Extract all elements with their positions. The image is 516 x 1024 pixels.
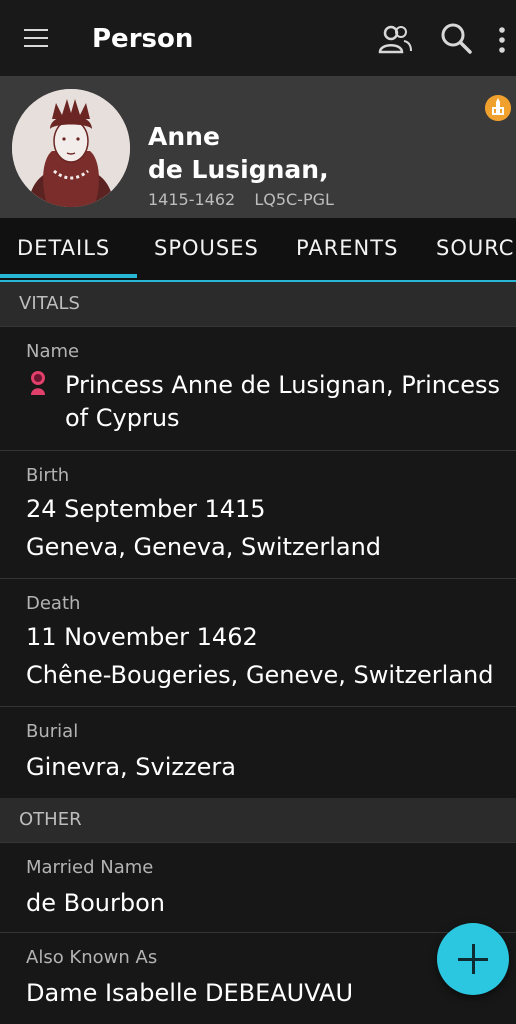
tab-indicator	[0, 274, 137, 278]
aka-value: Dame Isabelle DEBEAUVAU	[26, 979, 354, 1007]
add-button[interactable]	[437, 923, 509, 995]
surname: de Lusignan,	[148, 155, 329, 184]
section-heading-vitals: VITALS	[0, 282, 516, 326]
name-value: Princess Anne de Lusignan, Princess of C…	[65, 371, 500, 432]
married-name-value: de Bourbon	[26, 889, 165, 917]
tab-details[interactable]: DETAILS	[17, 236, 110, 260]
avatar[interactable]	[12, 89, 130, 207]
tab-sources[interactable]: SOURC	[436, 236, 514, 260]
section-title: VITALS	[19, 293, 80, 314]
burial-place: Ginevra, Svizzera	[26, 753, 236, 781]
birth-date: 24 September 1415	[26, 495, 266, 523]
temple-icon[interactable]	[485, 95, 511, 121]
birth-row[interactable]: Birth 24 September 1415 Geneva, Geneva, …	[0, 450, 516, 579]
burial-label: Burial	[26, 721, 79, 742]
person-name: Anne de Lusignan,	[148, 120, 329, 186]
person-meta: 1415-1462 LQ5C-PGL	[148, 190, 348, 209]
death-place: Chêne-Bougeries, Geneve, Switzerland	[26, 661, 494, 689]
portrait-image	[12, 89, 130, 207]
tab-bar: DETAILS SPOUSES PARENTS SOURC	[0, 218, 516, 282]
person-header: Anne de Lusignan, 1415-1462 LQ5C-PGL	[0, 76, 516, 218]
death-date: 11 November 1462	[26, 623, 258, 651]
people-icon[interactable]	[378, 24, 412, 54]
menu-icon[interactable]	[24, 29, 48, 49]
section-title: OTHER	[19, 809, 82, 830]
burial-row[interactable]: Burial Ginevra, Svizzera	[0, 706, 516, 797]
birth-place: Geneva, Geneva, Switzerland	[26, 533, 382, 561]
given-name: Anne	[148, 122, 220, 151]
section-heading-other: OTHER	[0, 798, 516, 842]
more-vertical-icon[interactable]	[496, 26, 508, 54]
page-title: Person	[92, 24, 194, 54]
birth-label: Birth	[26, 465, 70, 486]
lifespan: 1415-1462	[148, 190, 236, 209]
aka-label: Also Known As	[26, 947, 158, 968]
death-label: Death	[26, 593, 81, 614]
tab-parents[interactable]: PARENTS	[296, 236, 398, 260]
female-icon	[31, 371, 45, 395]
name-label: Name	[26, 341, 80, 362]
married-name-row[interactable]: Married Name de Bourbon	[0, 842, 516, 933]
search-icon[interactable]	[440, 22, 472, 54]
person-id: LQ5C-PGL	[254, 190, 334, 209]
name-row[interactable]: Name Princess Anne de Lusignan, Princess…	[0, 326, 516, 451]
app-bar: Person	[0, 0, 516, 76]
married-name-label: Married Name	[26, 857, 154, 878]
tab-spouses[interactable]: SPOUSES	[154, 236, 259, 260]
death-row[interactable]: Death 11 November 1462 Chêne-Bougeries, …	[0, 578, 516, 707]
